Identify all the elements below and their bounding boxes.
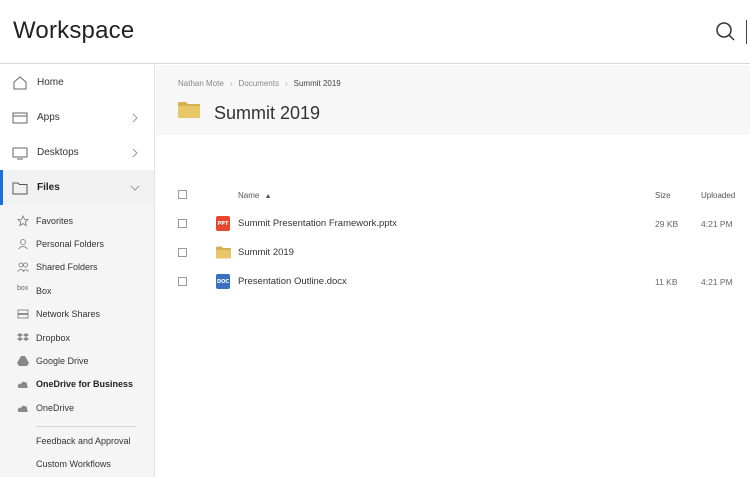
submenu-item-label: Shared Folders: [36, 262, 98, 273]
sidebar-item-home[interactable]: Home: [0, 65, 154, 100]
person-icon: [18, 239, 28, 250]
chevron-right-icon: [132, 113, 138, 122]
home-icon: [13, 75, 27, 89]
submenu-item-label: Custom Workflows: [36, 459, 111, 470]
sidebar-item-files[interactable]: Files: [0, 170, 154, 205]
file-size: 11 KB: [655, 277, 678, 287]
dropbox-icon: [17, 332, 29, 341]
app-title: Workspace: [13, 17, 135, 44]
table-row[interactable]: PPT Summit Presentation Framework.pptx 2…: [156, 209, 750, 238]
sidebar-item-label: Files: [37, 182, 60, 193]
sidebar: Home Apps Desktops Files Favorites Perso…: [0, 65, 155, 477]
sidebar-item-desktops[interactable]: Desktops: [0, 135, 154, 170]
sidebar-item-label: Home: [37, 77, 64, 88]
header-divider: [746, 20, 747, 44]
file-uploaded: 4:21 PM: [701, 277, 733, 287]
folder-icon: [178, 102, 200, 118]
main-content: Nathan Mote › Documents › Summit 2019 Su…: [156, 65, 750, 477]
submenu-item-label: Personal Folders: [36, 239, 105, 250]
submenu-item-label: Box: [36, 285, 52, 296]
submenu-item-label: Google Drive: [36, 356, 89, 367]
breadcrumb-separator: ›: [229, 79, 233, 88]
people-icon: [17, 263, 29, 273]
submenu-item-onedrive-for-business[interactable]: OneDrive for Business: [0, 373, 154, 396]
sort-ascending-icon: ▲: [264, 193, 272, 200]
docx-file-icon: DOC: [216, 274, 230, 289]
box-icon: box: [17, 284, 29, 292]
table-row[interactable]: DOC Presentation Outline.docx 11 KB 4:21…: [156, 267, 750, 296]
sidebar-item-label: Apps: [37, 112, 60, 123]
file-name[interactable]: Presentation Outline.docx: [238, 276, 347, 287]
submenu-item-favorites[interactable]: Favorites: [0, 209, 154, 232]
submenu-item-label: Dropbox: [36, 332, 71, 343]
star-icon: [17, 214, 29, 227]
submenu-item-label: Feedback and Approval: [36, 435, 131, 446]
submenu-item-shared-folders[interactable]: Shared Folders: [0, 256, 154, 279]
server-icon: [17, 309, 29, 319]
submenu-item-label: OneDrive: [36, 402, 75, 413]
folder-header: Nathan Mote › Documents › Summit 2019 Su…: [156, 65, 750, 135]
chevron-right-icon: [132, 148, 138, 157]
file-name[interactable]: Summit Presentation Framework.pptx: [238, 218, 397, 229]
column-header-uploaded[interactable]: Uploaded: [701, 191, 735, 200]
search-icon: [716, 22, 735, 41]
submenu-item-network-shares[interactable]: Network Shares: [0, 303, 154, 326]
files-submenu: Favorites Personal Folders Shared Folder…: [0, 205, 154, 477]
file-uploaded: 4:21 PM: [701, 219, 733, 229]
row-checkbox[interactable]: [178, 219, 187, 228]
submenu-divider: [36, 426, 136, 427]
google-drive-icon: [17, 356, 29, 367]
page-title: Summit 2019: [214, 103, 321, 123]
folder-icon: [12, 182, 28, 194]
row-checkbox[interactable]: [178, 277, 187, 286]
submenu-item-custom-workflows[interactable]: Custom Workflows: [0, 452, 154, 475]
breadcrumb-separator: ›: [284, 79, 288, 88]
submenu-item-label: Favorites: [36, 215, 74, 226]
row-checkbox[interactable]: [178, 248, 187, 257]
select-all-checkbox[interactable]: [178, 190, 187, 199]
pptx-file-icon: PPT: [216, 216, 230, 231]
apps-icon: [12, 112, 28, 123]
desktop-icon: [12, 147, 28, 159]
submenu-item-dropbox[interactable]: Dropbox: [0, 326, 154, 349]
folder-name[interactable]: Summit 2019: [238, 247, 294, 258]
cloud-icon: [17, 382, 28, 389]
search-button[interactable]: [714, 20, 736, 42]
breadcrumb-current: Summit 2019: [293, 79, 341, 88]
breadcrumb: Nathan Mote › Documents › Summit 2019: [178, 79, 341, 88]
submenu-item-label: Network Shares: [36, 309, 101, 320]
folder-icon: [216, 246, 231, 259]
column-header-size[interactable]: Size: [655, 191, 671, 200]
file-size: 29 KB: [655, 219, 679, 229]
breadcrumb-item[interactable]: Documents: [238, 79, 278, 88]
column-header-label: Name: [238, 191, 260, 200]
app-header: Workspace: [0, 0, 750, 64]
cloud-icon: [17, 405, 28, 412]
submenu-item-feedback-and-approval[interactable]: Feedback and Approval: [0, 429, 154, 452]
sidebar-item-label: Desktops: [37, 147, 79, 158]
chevron-down-icon: [130, 185, 140, 191]
breadcrumb-item[interactable]: Nathan Mote: [178, 79, 224, 88]
sidebar-item-apps[interactable]: Apps: [0, 100, 154, 135]
submenu-item-onedrive[interactable]: OneDrive: [0, 396, 154, 419]
submenu-item-label: OneDrive for Business: [36, 379, 134, 390]
submenu-item-google-drive[interactable]: Google Drive: [0, 349, 154, 372]
table-row[interactable]: Summit 2019: [156, 238, 750, 267]
column-header-name[interactable]: Name ▲: [238, 191, 272, 200]
submenu-item-personal-folders[interactable]: Personal Folders: [0, 232, 154, 255]
submenu-item-box[interactable]: box Box: [0, 279, 154, 302]
